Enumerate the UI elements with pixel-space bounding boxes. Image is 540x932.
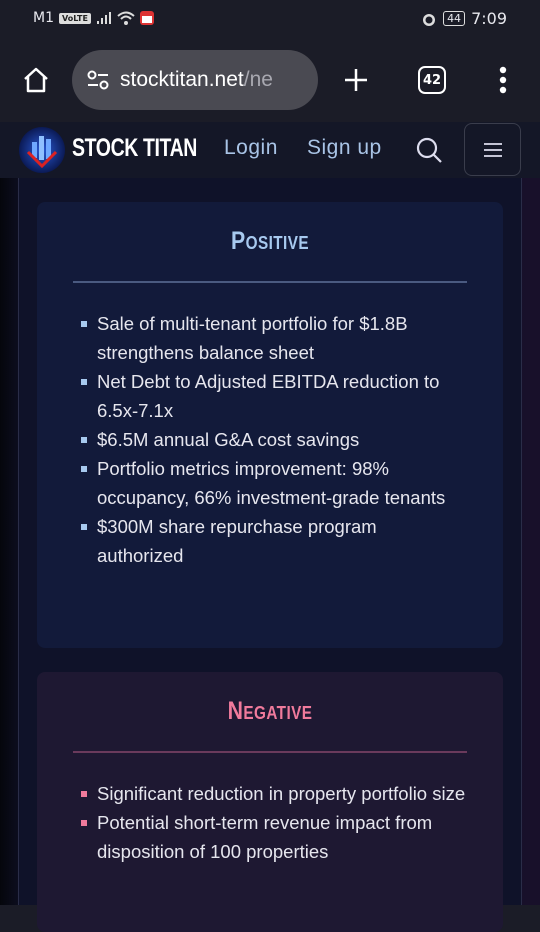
menu-icon [483,142,502,157]
address-bar[interactable]: stocktitan.net/ne [72,50,318,110]
more-vertical-icon [499,66,507,94]
home-button[interactable] [20,64,52,96]
alarm-icon [423,13,436,26]
app-notification-icon [139,11,154,25]
list-item: $300M share repurchase program authorize… [81,512,467,570]
search-button[interactable] [414,135,444,165]
list-item: $6.5M annual G&A cost savings [81,425,467,454]
stock-titan-logo-icon [19,127,65,173]
plus-icon [345,69,367,91]
logo[interactable] [18,126,66,174]
brand-name: STOCK TITAN [72,134,197,162]
clock: 7:09 [471,9,507,28]
site-settings-icon [87,70,109,90]
battery-indicator: 44 [443,11,466,26]
url-path: /ne [243,68,273,91]
negative-title: Negative [227,697,313,725]
url-host: stocktitan.net [120,68,244,91]
signal-icon [96,12,111,24]
positive-list: Sale of multi-tenant portfolio for $1.8B… [73,309,467,570]
analysis-container: Positive Sale of multi-tenant portfolio … [18,178,522,932]
signup-link[interactable]: Sign up [307,136,382,160]
positive-card: Positive Sale of multi-tenant portfolio … [37,202,503,648]
list-item: Portfolio metrics improvement: 98% occup… [81,454,467,512]
list-item: Significant reduction in property portfo… [81,779,467,808]
status-bar: M1 VoLTE 44 7:09 [0,0,540,38]
divider [73,751,467,753]
list-item: Potential short-term revenue impact from… [81,808,467,866]
divider [73,281,467,283]
list-item: Net Debt to Adjusted EBITDA reduction to… [81,367,467,425]
negative-card: Negative Significant reduction in proper… [37,672,503,932]
negative-list: Significant reduction in property portfo… [73,779,467,866]
hamburger-menu-button[interactable] [464,123,521,176]
new-tab-button[interactable] [342,66,370,94]
login-link[interactable]: Login [224,136,278,160]
volte-badge: VoLTE [59,12,91,24]
carrier: M1 [33,10,54,26]
search-icon [416,137,442,163]
home-icon [24,67,48,93]
browser-menu-button[interactable] [494,64,512,96]
list-item: Sale of multi-tenant portfolio for $1.8B… [81,309,467,367]
wifi-icon [117,11,135,25]
article-content: Positive Sale of multi-tenant portfolio … [0,178,540,932]
tab-switcher-button[interactable]: 42 [418,66,446,94]
positive-title: Positive [231,227,309,255]
